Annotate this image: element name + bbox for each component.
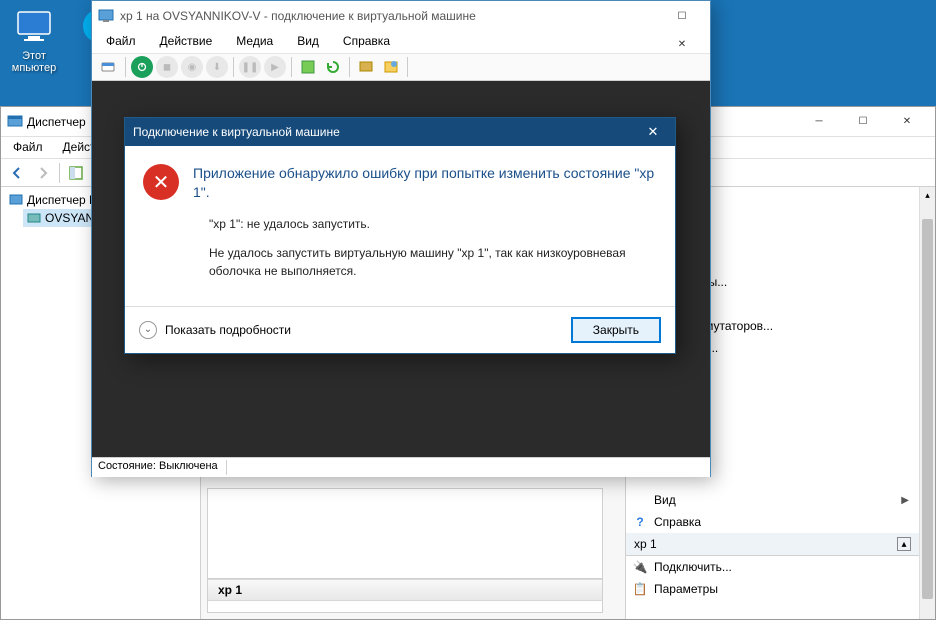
monitor-icon (12, 4, 56, 48)
vmconnect-icon (98, 8, 114, 24)
reset-button: ▶ (264, 56, 286, 78)
toolbar-btn[interactable] (64, 161, 88, 185)
action-view[interactable]: Вид▶ (626, 489, 919, 511)
minimize-button[interactable]: ─ (797, 108, 841, 136)
server-icon (27, 211, 41, 225)
menu-help[interactable]: Справка (331, 31, 402, 53)
ctrl-alt-del-button[interactable] (96, 55, 120, 79)
scrollbar[interactable]: ▴ (919, 187, 935, 619)
hyperv-icon (7, 114, 23, 130)
menu-action[interactable]: Действие (148, 31, 225, 53)
action-help[interactable]: ?Справка (626, 511, 919, 533)
scroll-thumb[interactable] (922, 219, 933, 599)
nav-fwd-button[interactable] (31, 161, 55, 185)
chevron-right-icon: ▶ (901, 495, 909, 506)
params-icon: 📋 (632, 581, 648, 597)
vm-name-row[interactable]: xp 1 (208, 579, 602, 601)
desktop-computer-icon[interactable]: Этот мпьютер (4, 4, 64, 74)
maximize-button[interactable]: ☐ (841, 108, 885, 136)
help-icon: ? (632, 514, 648, 530)
show-details-button[interactable]: ⌄ Показать подробности (139, 321, 571, 339)
error-title: Подключение к виртуальной машине (133, 125, 639, 139)
vmconnect-menubar: Файл Действие Медиа Вид Справка (92, 31, 710, 53)
error-heading: Приложение обнаружило ошибку при попытке… (193, 164, 657, 202)
close-button[interactable]: ✕ (639, 121, 667, 143)
vmconnect-titlebar[interactable]: xp 1 на OVSYANNIKOV-V - подключение к ви… (92, 1, 710, 31)
vm-details-area: xp 1 (207, 488, 603, 613)
enhanced-button[interactable] (355, 56, 377, 78)
error-line2: Не удалось запустить виртуальную машину … (193, 245, 657, 280)
maximize-button[interactable]: ☐ (660, 2, 704, 30)
revert-button[interactable] (322, 56, 344, 78)
share-button[interactable] (380, 56, 402, 78)
save-button: ⬇ (206, 56, 228, 78)
menu-file[interactable]: Файл (94, 31, 148, 53)
chevron-down-icon: ⌄ (139, 321, 157, 339)
menu-media[interactable]: Медиа (224, 31, 285, 53)
vmconnect-title: xp 1 на OVSYANNIKOV-V - подключение к ви… (120, 9, 476, 23)
desktop-label: Этот мпьютер (4, 50, 64, 74)
shutdown-button: ◉ (181, 56, 203, 78)
error-line1: "xp 1": не удалось запустить. (193, 216, 657, 233)
collapse-icon[interactable]: ▴ (897, 537, 911, 551)
status-text: Состояние: Выключена (98, 460, 227, 475)
menu-file[interactable]: Файл (3, 137, 53, 158)
action-params[interactable]: 📋Параметры (626, 578, 919, 600)
nav-back-button[interactable] (5, 161, 29, 185)
vmconnect-toolbar: ◼ ◉ ⬇ ❚❚ ▶ (92, 53, 710, 81)
vmconnect-statusbar: Состояние: Выключена (92, 457, 710, 477)
close-button[interactable]: ✕ (660, 30, 704, 58)
pause-button: ❚❚ (239, 56, 261, 78)
error-titlebar[interactable]: Подключение к виртуальной машине ✕ (125, 118, 675, 146)
close-dialog-button[interactable]: Закрыть (571, 317, 661, 343)
actions-vm-header: xp 1▴ (626, 533, 919, 556)
start-button[interactable] (131, 56, 153, 78)
checkpoint-button[interactable] (297, 56, 319, 78)
scroll-up-icon[interactable]: ▴ (920, 187, 935, 203)
hyperv-icon (9, 193, 23, 207)
action-connect[interactable]: 🔌Подключить... (626, 556, 919, 578)
error-dialog: Подключение к виртуальной машине ✕ ✕ При… (124, 117, 676, 354)
menu-view[interactable]: Вид (285, 31, 331, 53)
connect-icon: 🔌 (632, 559, 648, 575)
error-icon: ✕ (143, 164, 179, 200)
close-button[interactable]: ✕ (885, 108, 929, 136)
turnoff-button: ◼ (156, 56, 178, 78)
